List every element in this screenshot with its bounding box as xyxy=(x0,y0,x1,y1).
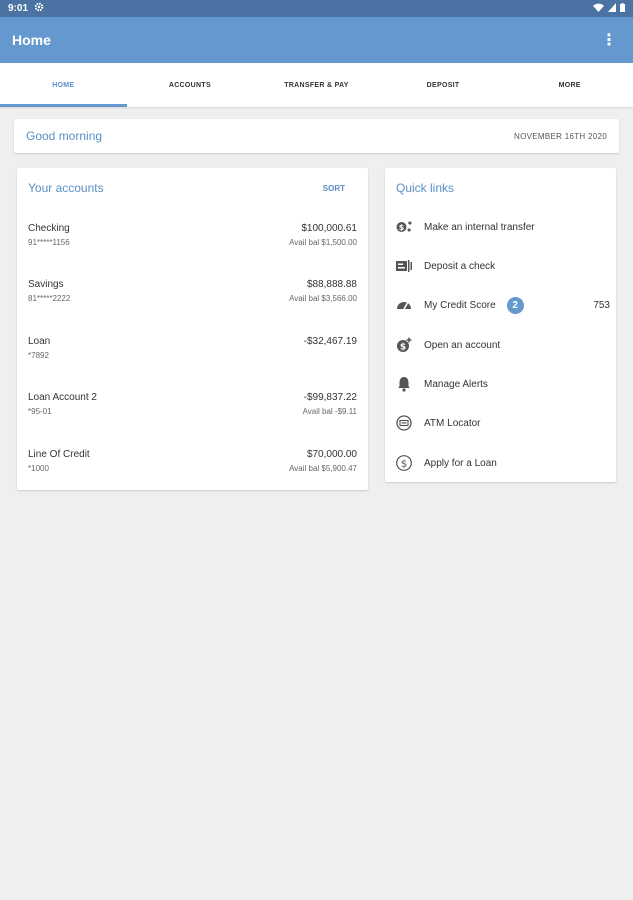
wifi-icon xyxy=(593,3,604,15)
quick-links-card: Quick links $ Make an internal transfer … xyxy=(385,168,616,482)
quick-link-label: Deposit a check xyxy=(424,260,496,272)
account-name: Savings xyxy=(28,279,64,290)
svg-text:$: $ xyxy=(400,342,406,352)
page-title: Home xyxy=(12,32,51,48)
tab-more[interactable]: MORE xyxy=(506,63,633,107)
quick-link-open-account[interactable]: $ Open an account xyxy=(395,333,610,357)
account-name: Loan xyxy=(28,336,51,347)
atm-icon xyxy=(395,414,413,432)
accounts-title: Your accounts xyxy=(28,181,104,195)
transfer-icon: $ xyxy=(395,218,413,236)
tab-transfer-pay[interactable]: TRANSFER & PAY xyxy=(253,63,380,107)
account-row-line-of-credit[interactable]: Line Of Credit *1000 $70,000.00 Avail ba… xyxy=(28,449,357,489)
accounts-card: Your accounts SORT Checking 91*****1156 … xyxy=(17,168,368,490)
account-available-balance: Avail bal $5,900.47 xyxy=(289,464,357,473)
account-number: *7892 xyxy=(28,351,49,360)
account-row-loan-account-2[interactable]: Loan Account 2 *95-01 -$99,837.22 Avail … xyxy=(28,392,357,432)
account-number: 81*****2222 xyxy=(28,294,71,303)
credit-score-badge: 2 xyxy=(506,296,524,314)
quick-links-title: Quick links xyxy=(396,181,455,195)
quick-link-label: ATM Locator xyxy=(424,417,481,429)
quick-link-deposit-check[interactable]: Deposit a check xyxy=(395,254,610,278)
quick-link-apply-loan[interactable]: $ Apply for a Loan xyxy=(395,451,610,475)
status-time: 9:01 xyxy=(8,3,29,14)
account-balance: $70,000.00 xyxy=(306,449,357,460)
sort-button[interactable]: SORT xyxy=(323,184,357,193)
credit-score-value: 753 xyxy=(593,299,610,311)
account-number: *1000 xyxy=(28,464,49,473)
svg-text:$: $ xyxy=(401,459,407,470)
greeting-card: Good morning NOVEMBER 16TH 2020 xyxy=(14,119,619,153)
account-name: Checking xyxy=(28,223,70,234)
app-bar: Home ⋮ xyxy=(0,17,633,63)
check-deposit-icon xyxy=(395,257,413,275)
quick-link-manage-alerts[interactable]: Manage Alerts xyxy=(395,372,610,396)
tab-bar: HOME ACCOUNTS TRANSFER & PAY DEPOSIT MOR… xyxy=(0,63,633,107)
account-balance: -$32,467.19 xyxy=(303,336,357,347)
account-number: 91*****1156 xyxy=(28,238,70,247)
quick-link-label: Manage Alerts xyxy=(424,378,488,390)
account-number: *95-01 xyxy=(28,407,52,416)
quick-links-header: Quick links xyxy=(385,168,616,208)
quick-link-label: Open an account xyxy=(424,339,501,351)
quick-link-label: My Credit Score xyxy=(424,299,496,311)
quick-link-credit-score[interactable]: My Credit Score 2 753 xyxy=(395,293,610,317)
cell-signal-icon xyxy=(608,2,616,15)
account-row-savings[interactable]: Savings 81*****2222 $88,888.88 Avail bal… xyxy=(28,279,357,319)
status-bar: 9:01 xyxy=(0,0,633,17)
account-available-balance: Avail bal -$9.11 xyxy=(302,407,357,416)
account-row-loan[interactable]: Loan *7892 -$32,467.19 xyxy=(28,336,357,376)
account-balance: $100,000.61 xyxy=(301,223,357,234)
tab-home[interactable]: HOME xyxy=(0,63,127,107)
battery-icon xyxy=(620,2,625,15)
quick-link-label: Apply for a Loan xyxy=(424,457,497,469)
account-balance: $88,888.88 xyxy=(306,279,357,290)
quick-link-label: Make an internal transfer xyxy=(424,221,535,233)
dollar-icon: $ xyxy=(395,454,413,472)
tab-accounts[interactable]: ACCOUNTS xyxy=(127,63,254,107)
account-available-balance: Avail bal $3,566.00 xyxy=(289,294,357,303)
account-name: Line Of Credit xyxy=(28,449,90,460)
tab-deposit[interactable]: DEPOSIT xyxy=(380,63,507,107)
gauge-icon xyxy=(395,296,413,314)
account-row-checking[interactable]: Checking 91*****1156 $100,000.61 Avail b… xyxy=(28,223,357,263)
open-account-icon: $ xyxy=(395,336,413,354)
settings-gear-icon xyxy=(34,2,44,15)
account-balance: -$99,837.22 xyxy=(303,392,357,403)
account-name: Loan Account 2 xyxy=(28,392,97,403)
quick-link-internal-transfer[interactable]: $ Make an internal transfer xyxy=(395,215,610,239)
svg-text:$: $ xyxy=(399,223,405,232)
overflow-menu-icon[interactable]: ⋮ xyxy=(597,30,621,50)
quick-link-atm-locator[interactable]: ATM Locator xyxy=(395,411,610,435)
greeting-date: NOVEMBER 16TH 2020 xyxy=(514,131,607,141)
greeting-text: Good morning xyxy=(26,129,103,143)
bell-icon xyxy=(395,375,413,393)
accounts-header: Your accounts SORT xyxy=(17,168,368,208)
account-available-balance: Avail bal $1,500.00 xyxy=(289,238,357,247)
